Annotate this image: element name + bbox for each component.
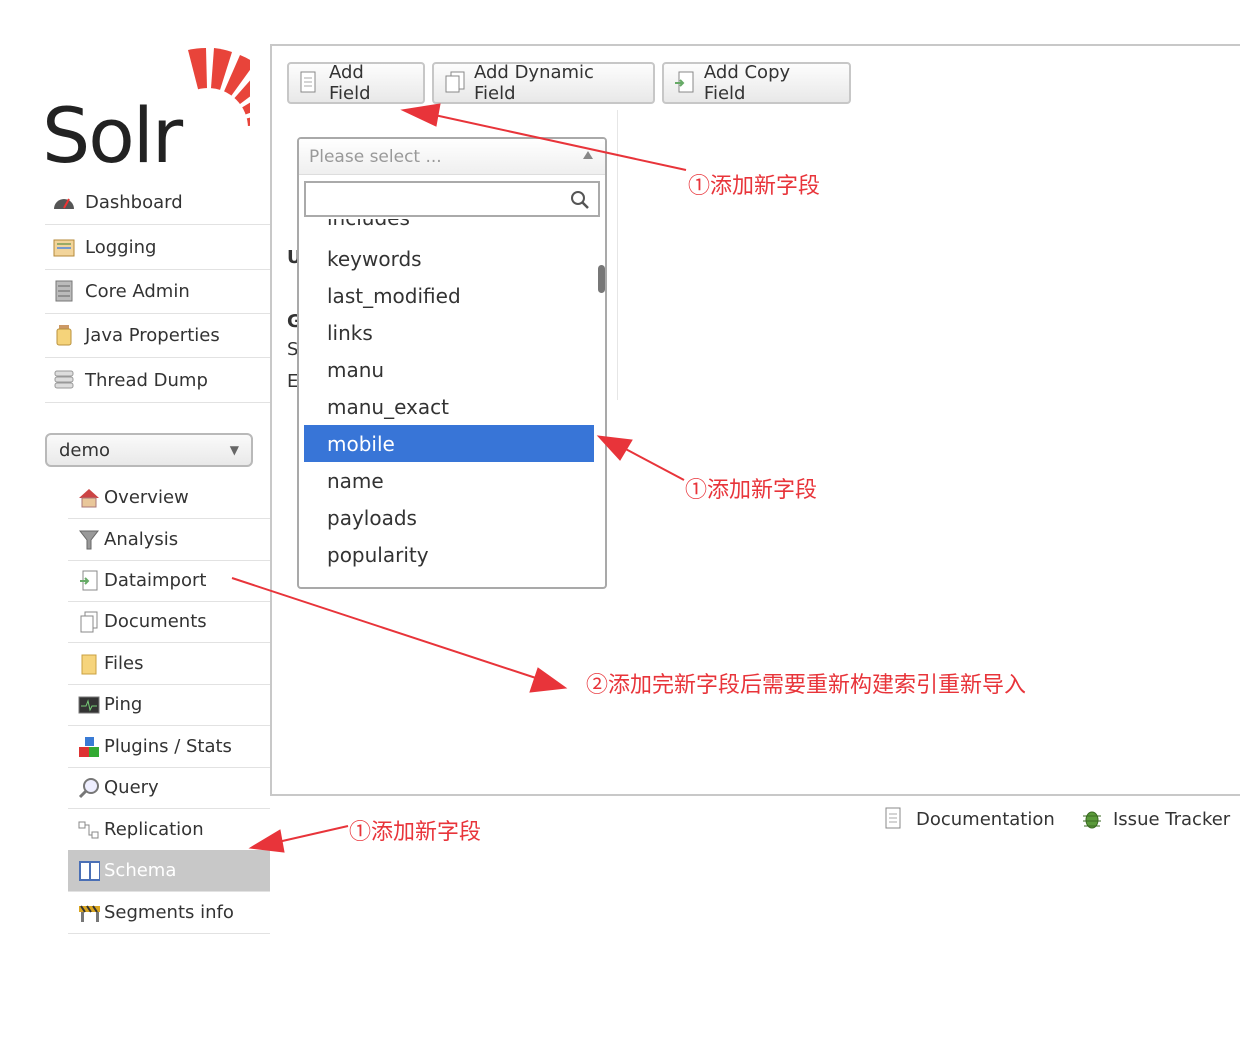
arrow-head	[529, 667, 568, 693]
annotation-arrow-3	[231, 577, 549, 683]
annotation-arrows	[231, 103, 687, 853]
arrow-head	[248, 829, 285, 853]
annotation-text: ②添加完新字段后需要重新构建索引重新导入	[586, 673, 1027, 698]
arrow-head	[596, 435, 633, 461]
annotation-text: ①添加新字段	[688, 174, 821, 199]
annotation-arrow-4	[277, 825, 349, 843]
annotation-text: ①添加新字段	[349, 820, 482, 845]
annotation-arrow-1	[429, 113, 687, 171]
annotation-text: ①添加新字段	[685, 478, 818, 503]
arrow-head	[400, 103, 441, 127]
annotation-arrow-2	[619, 445, 685, 481]
